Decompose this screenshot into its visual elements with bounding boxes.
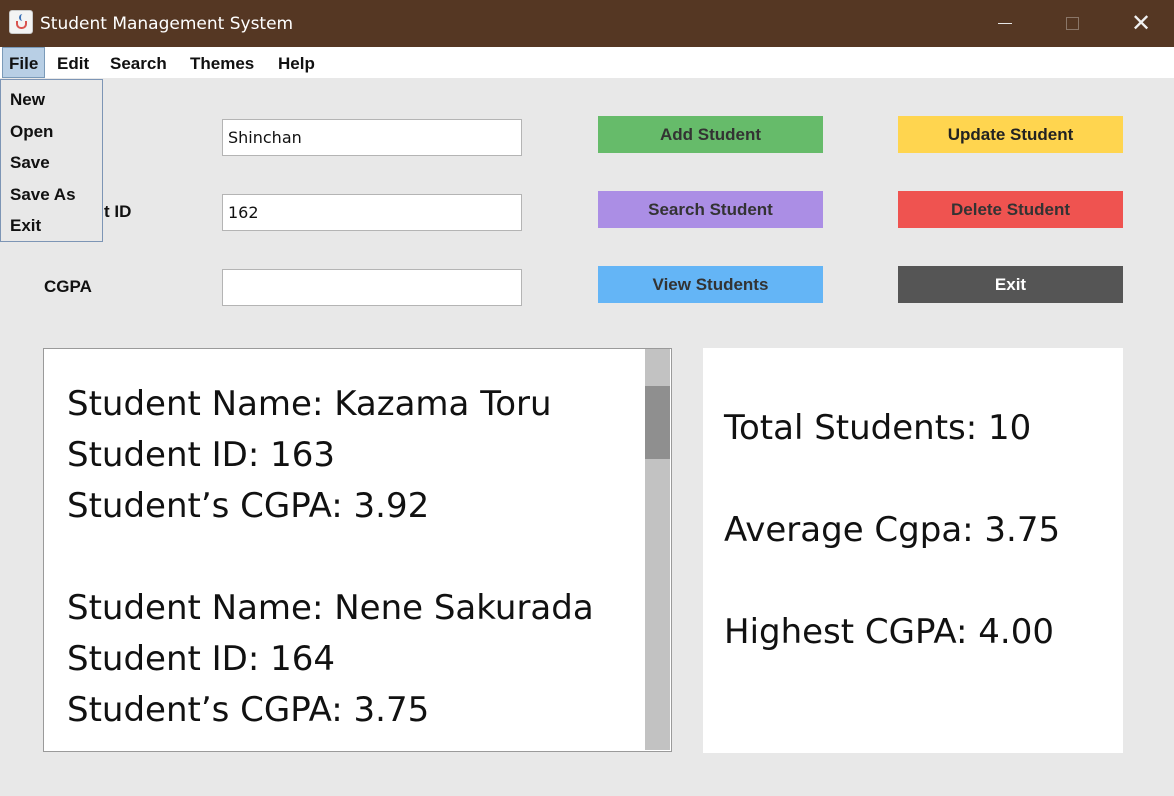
cgpa-label: CGPA <box>44 277 92 296</box>
cgpa-input[interactable] <box>222 269 522 306</box>
menu-file[interactable]: File <box>2 47 46 78</box>
menu-item-save[interactable]: Save <box>1 148 102 180</box>
record-name: Student Name: Nene Sakurada <box>67 588 594 628</box>
add-student-button[interactable]: Add Student <box>598 116 823 153</box>
menu-bar: File Edit Search Themes Help <box>0 47 1174 78</box>
total-students-stat: Total Students: 10 <box>724 408 1032 448</box>
student-id-input[interactable]: 162 <box>222 194 522 231</box>
menu-help[interactable]: Help <box>272 47 321 78</box>
record-spacer <box>67 532 594 583</box>
student-name-input[interactable]: Shinchan <box>222 119 522 156</box>
menu-item-new[interactable]: New <box>1 85 102 117</box>
file-menu-dropdown: New Open Save Save As Exit <box>0 79 103 242</box>
record-id: Student ID: 164 <box>67 639 336 679</box>
record-name: Student Name: Kazama Toru <box>67 384 552 424</box>
view-students-button[interactable]: View Students <box>598 266 823 303</box>
exit-button[interactable]: Exit <box>898 266 1123 303</box>
student-id-label: t ID <box>104 202 132 221</box>
maximize-icon <box>1065 17 1079 30</box>
highest-cgpa-stat: Highest CGPA: 4.00 <box>724 612 1054 652</box>
record-cgpa: Student’s CGPA: 3.92 <box>67 486 430 526</box>
search-student-button[interactable]: Search Student <box>598 191 823 228</box>
close-icon: ✕ <box>1130 9 1152 37</box>
title-bar: Student Management System ✕ <box>0 0 1174 47</box>
menu-item-save-as[interactable]: Save As <box>1 180 102 212</box>
menu-themes[interactable]: Themes <box>184 47 260 78</box>
scrollbar-thumb[interactable] <box>645 386 670 459</box>
maximize-button[interactable] <box>1037 0 1107 47</box>
vertical-scrollbar[interactable] <box>645 349 670 750</box>
menu-search[interactable]: Search <box>104 47 173 78</box>
menu-item-open[interactable]: Open <box>1 117 102 149</box>
student-records: Student Name: Kazama Toru Student ID: 16… <box>67 379 594 736</box>
window-title: Student Management System <box>40 14 294 34</box>
average-cgpa-stat: Average Cgpa: 3.75 <box>724 510 1061 550</box>
statistics-panel: Total Students: 10 Average Cgpa: 3.75 Hi… <box>703 348 1123 753</box>
record-cgpa: Student’s CGPA: 3.75 <box>67 690 430 730</box>
close-button[interactable]: ✕ <box>1106 0 1174 47</box>
minimize-icon <box>998 23 1012 24</box>
update-student-button[interactable]: Update Student <box>898 116 1123 153</box>
minimize-button[interactable] <box>970 0 1040 47</box>
delete-student-button[interactable]: Delete Student <box>898 191 1123 228</box>
menu-item-exit[interactable]: Exit <box>1 211 102 243</box>
java-cup-icon <box>9 10 33 34</box>
record-id: Student ID: 163 <box>67 435 336 475</box>
student-list-panel[interactable]: Student Name: Kazama Toru Student ID: 16… <box>43 348 672 752</box>
menu-edit[interactable]: Edit <box>51 47 95 78</box>
